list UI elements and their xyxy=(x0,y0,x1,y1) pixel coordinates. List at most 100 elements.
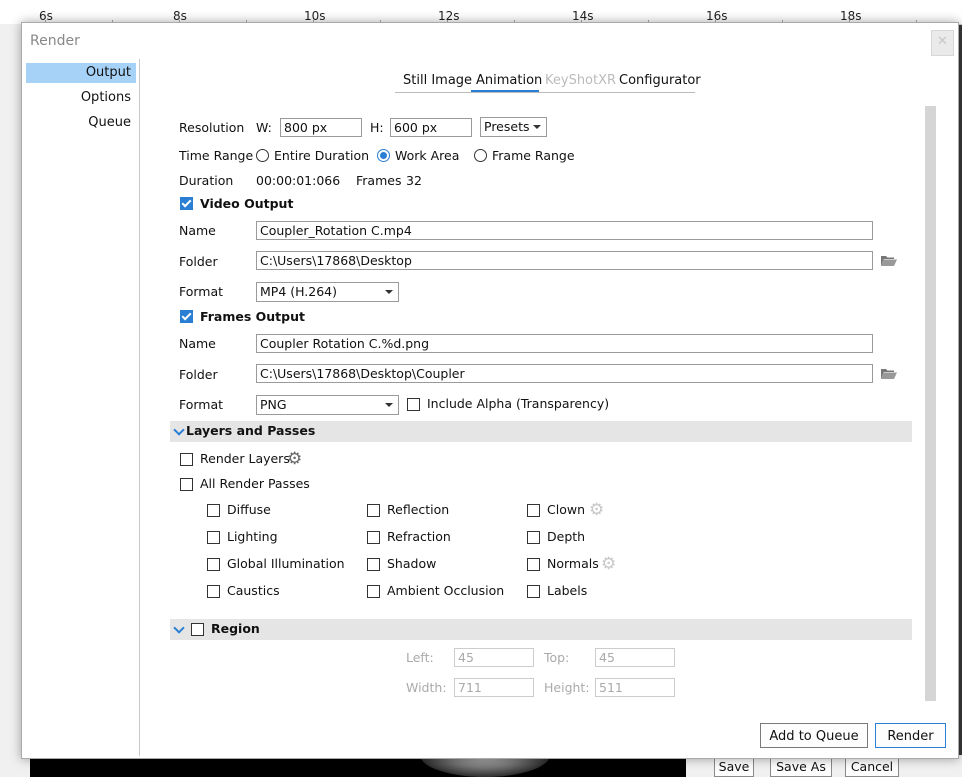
pass-labels-label[interactable]: Labels xyxy=(547,583,587,599)
pass-normals-label[interactable]: Normals xyxy=(547,556,599,572)
radio-entire-duration[interactable] xyxy=(256,149,269,162)
include-alpha-checkbox[interactable] xyxy=(407,398,420,411)
sidebar-item-options[interactable]: Options xyxy=(26,88,136,108)
radio-work-area-label[interactable]: Work Area xyxy=(395,148,459,164)
video-folder-input[interactable]: C:\Users\17868\Desktop xyxy=(256,251,873,270)
pass-clown-label[interactable]: Clown xyxy=(547,502,585,518)
all-render-passes-checkbox[interactable] xyxy=(180,478,193,491)
frames-name-label: Name xyxy=(179,336,216,351)
layers-section-header[interactable]: Layers and Passes xyxy=(170,421,912,442)
height-label: H: xyxy=(370,120,384,135)
pass-caustics-label[interactable]: Caustics xyxy=(227,583,280,599)
tab-bar-divider xyxy=(395,92,695,93)
radio-work-area[interactable] xyxy=(377,149,390,162)
sidebar-item-label: Options xyxy=(80,90,131,105)
gear-icon[interactable]: ⚙ xyxy=(601,556,616,573)
render-button[interactable]: Render xyxy=(875,723,946,748)
time-range-label: Time Range xyxy=(179,148,254,163)
close-button[interactable]: ✕ xyxy=(931,30,954,56)
radio-frame-range-label[interactable]: Frame Range xyxy=(492,148,575,164)
pass-diffuse-label[interactable]: Diffuse xyxy=(227,502,271,518)
pass-reflection-checkbox[interactable] xyxy=(367,504,380,517)
pass-lighting-checkbox[interactable] xyxy=(207,531,220,544)
render-layers-label[interactable]: Render Layers xyxy=(200,451,290,467)
include-alpha-label[interactable]: Include Alpha (Transparency) xyxy=(427,396,609,412)
tab-still-image[interactable]: Still Image xyxy=(403,71,472,91)
region-width-input[interactable]: 711 xyxy=(454,678,534,697)
pass-normals-checkbox[interactable] xyxy=(527,558,540,571)
frames-output-label[interactable]: Frames Output xyxy=(200,309,305,325)
frames-label: Frames xyxy=(356,173,402,188)
region-top-label: Top: xyxy=(544,650,570,665)
video-format-dropdown[interactable]: MP4 (H.264) xyxy=(256,282,399,302)
video-folder-label: Folder xyxy=(179,254,218,269)
pass-global-illumination-label[interactable]: Global Illumination xyxy=(227,556,345,572)
region-width-label: Width: xyxy=(406,680,447,695)
pass-shadow-label[interactable]: Shadow xyxy=(387,556,436,572)
resolution-label: Resolution xyxy=(179,120,245,135)
tab-keyshotxr[interactable]: KeyShotXR xyxy=(545,71,616,91)
presets-dropdown[interactable]: Presets xyxy=(480,117,547,137)
pass-shadow-checkbox[interactable] xyxy=(367,558,380,571)
gear-icon[interactable]: ⚙ xyxy=(287,451,302,468)
region-top-input[interactable]: 45 xyxy=(595,648,675,667)
pass-depth-checkbox[interactable] xyxy=(527,531,540,544)
background-save-as-button[interactable]: Save As xyxy=(770,757,832,777)
frames-output-checkbox[interactable] xyxy=(180,310,193,323)
region-height-label: Height: xyxy=(544,680,590,695)
video-name-input[interactable]: Coupler_Rotation C.mp4 xyxy=(256,221,873,240)
all-render-passes-label[interactable]: All Render Passes xyxy=(200,476,310,492)
frames-format-dropdown[interactable]: PNG xyxy=(256,395,399,415)
pass-labels-checkbox[interactable] xyxy=(527,585,540,598)
region-section-header[interactable]: Region xyxy=(170,619,912,640)
pass-depth-label[interactable]: Depth xyxy=(547,529,585,545)
pass-lighting-label[interactable]: Lighting xyxy=(227,529,278,545)
background-cancel-button[interactable]: Cancel xyxy=(845,757,899,777)
radio-entire-duration-label[interactable]: Entire Duration xyxy=(274,148,369,164)
pass-refraction-checkbox[interactable] xyxy=(367,531,380,544)
timeline-label: 10s xyxy=(304,9,326,23)
chevron-down-icon[interactable] xyxy=(173,424,185,436)
region-checkbox[interactable] xyxy=(191,623,204,636)
sidebar-item-output[interactable]: Output xyxy=(26,63,136,83)
folder-open-icon[interactable] xyxy=(881,255,897,266)
tab-animation[interactable]: Animation xyxy=(476,71,542,91)
pass-refraction-label[interactable]: Refraction xyxy=(387,529,451,545)
timeline-label: 18s xyxy=(840,9,862,23)
duration-value: 00:00:01:066 xyxy=(256,173,341,188)
height-input[interactable]: 600 px xyxy=(390,118,472,137)
timeline-label: 14s xyxy=(572,9,594,23)
vertical-scrollbar[interactable] xyxy=(925,106,936,701)
frames-name-input[interactable]: Coupler Rotation C.%d.png xyxy=(256,334,873,353)
timeline-label: 16s xyxy=(706,9,728,23)
pass-caustics-checkbox[interactable] xyxy=(207,585,220,598)
background-save-button[interactable]: Save xyxy=(714,757,754,777)
render-dialog: Render ✕ Output Options Queue Still Imag… xyxy=(21,22,959,759)
pass-clown-checkbox[interactable] xyxy=(527,504,540,517)
pass-reflection-label[interactable]: Reflection xyxy=(387,502,449,518)
gear-icon[interactable]: ⚙ xyxy=(589,502,604,519)
pass-global-illumination-checkbox[interactable] xyxy=(207,558,220,571)
video-output-checkbox[interactable] xyxy=(180,197,193,210)
video-format-value: MP4 (H.264) xyxy=(260,284,338,299)
sidebar: Output Options Queue xyxy=(24,59,140,756)
region-left-input[interactable]: 45 xyxy=(454,648,534,667)
add-to-queue-button[interactable]: Add to Queue xyxy=(760,723,868,748)
folder-open-icon[interactable] xyxy=(881,368,897,379)
video-output-label[interactable]: Video Output xyxy=(200,196,293,212)
tab-configurator[interactable]: Configurator xyxy=(619,71,701,91)
sidebar-item-queue[interactable]: Queue xyxy=(26,113,136,133)
chevron-down-icon xyxy=(385,403,393,407)
sidebar-item-label: Queue xyxy=(88,115,131,130)
radio-frame-range[interactable] xyxy=(474,149,487,162)
frames-folder-input[interactable]: C:\Users\17868\Desktop\Coupler xyxy=(256,364,873,383)
width-input[interactable]: 800 px xyxy=(280,118,362,137)
video-format-label: Format xyxy=(179,284,224,299)
chevron-down-icon[interactable] xyxy=(173,622,185,634)
pass-ambient-occlusion-label[interactable]: Ambient Occlusion xyxy=(387,583,504,599)
region-left-label: Left: xyxy=(406,650,434,665)
pass-diffuse-checkbox[interactable] xyxy=(207,504,220,517)
render-layers-checkbox[interactable] xyxy=(180,453,193,466)
pass-ambient-occlusion-checkbox[interactable] xyxy=(367,585,380,598)
region-height-input[interactable]: 511 xyxy=(595,678,675,697)
